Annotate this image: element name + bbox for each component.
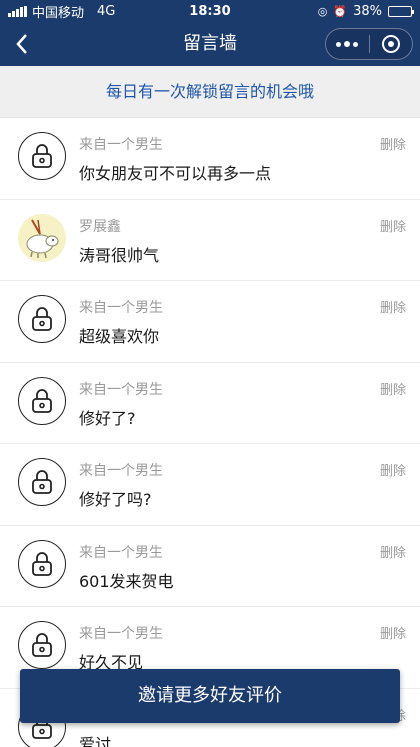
message-item[interactable]: 来自一个男生 修好了吗? 删除 <box>0 444 420 526</box>
mini-program-capsule <box>325 28 413 60</box>
message-item[interactable]: 来自一个男生 601发来贺电 删除 <box>0 526 420 607</box>
lock-icon <box>32 633 52 657</box>
location-icon: ◎ <box>317 4 328 18</box>
delete-button[interactable]: 删除 <box>380 460 406 479</box>
lock-icon <box>32 551 52 576</box>
carrier-name: 中国移动 <box>32 5 85 21</box>
message-item[interactable]: 来自一个男生你女朋友可不可以再多一点 删除 <box>0 118 420 200</box>
delete-button[interactable]: 删除 <box>380 379 406 398</box>
locked-avatar[interactable] <box>18 621 66 669</box>
message-sender: 罗展鑫 <box>79 218 121 235</box>
unlock-banner: 每日有一次解锁留言的机会哦 <box>0 66 420 118</box>
lock-icon <box>32 144 52 168</box>
network-type: 4G <box>97 3 116 19</box>
message-text: 601发来贺电 <box>79 571 174 591</box>
delete-button[interactable]: 删除 <box>380 216 406 235</box>
message-text: 涛哥很帅气 <box>79 245 160 265</box>
locked-avatar[interactable] <box>18 295 66 343</box>
close-button[interactable] <box>370 29 413 59</box>
signal-icon <box>8 5 27 17</box>
message-sender: 来自一个男生 <box>79 300 163 316</box>
status-left: 中国移动 4G <box>8 2 115 21</box>
message-sender: 来自一个男生 <box>79 137 163 153</box>
status-right: ◎ ⏰ 38% <box>317 3 414 19</box>
message-list: 来自一个男生 你女朋友可不可以再多一点 删除 罗展鑫 涛哥很帅气 删除 来自一个男生 超级喜欢… <box>0 118 420 747</box>
invite-friends-button[interactable]: 邀请更多好友评价 <box>20 669 400 723</box>
delete-button[interactable]: 删除 <box>380 134 406 153</box>
lock-icon <box>32 388 52 413</box>
lamb-avatar-icon <box>26 219 59 258</box>
more-dots-icon <box>336 41 359 47</box>
message-sender: 来自一个男生 <box>79 463 163 479</box>
locked-avatar[interactable] <box>18 376 66 425</box>
lock-icon <box>32 307 52 331</box>
message-text: 超级喜欢你 <box>79 327 160 346</box>
message-text: 爱讨 <box>79 734 112 747</box>
delete-button[interactable]: 删除 <box>380 623 406 642</box>
nav-bar: 留言墙 <box>0 22 420 66</box>
lock-icon <box>32 470 52 494</box>
message-text: 修好了? <box>79 408 136 428</box>
locked-avatar[interactable] <box>18 458 66 506</box>
status-bar: 中国移动 4G 18:30 ◎ ⏰ 38% <box>0 0 420 22</box>
battery-icon <box>388 5 414 17</box>
user-avatar[interactable] <box>18 213 66 262</box>
delete-button[interactable]: 删除 <box>380 297 406 316</box>
more-button[interactable] <box>326 29 369 59</box>
message-item[interactable]: 来自一个男生 修好了? 删除 <box>0 363 420 444</box>
locked-avatar[interactable] <box>18 539 66 588</box>
message-item[interactable]: 罗展鑫涛哥很帅气 删除 <box>0 200 420 281</box>
alarm-icon: ⏰ <box>333 4 348 18</box>
target-circle-icon <box>381 35 400 53</box>
message-sender: 来自一个男生 <box>79 544 163 561</box>
locked-avatar[interactable] <box>18 132 66 180</box>
battery-percent: 38% <box>353 3 382 19</box>
message-sender: 来自一个男生 <box>79 381 163 398</box>
message-text: 你女朋友可不可以再多一点 <box>79 164 272 183</box>
message-item[interactable]: 来自一个男生 超级喜欢你 删除 <box>0 281 420 363</box>
delete-button[interactable]: 删除 <box>380 542 406 561</box>
message-sender: 来自一个男生 <box>79 626 163 642</box>
message-text: 修好了吗? <box>79 490 152 509</box>
